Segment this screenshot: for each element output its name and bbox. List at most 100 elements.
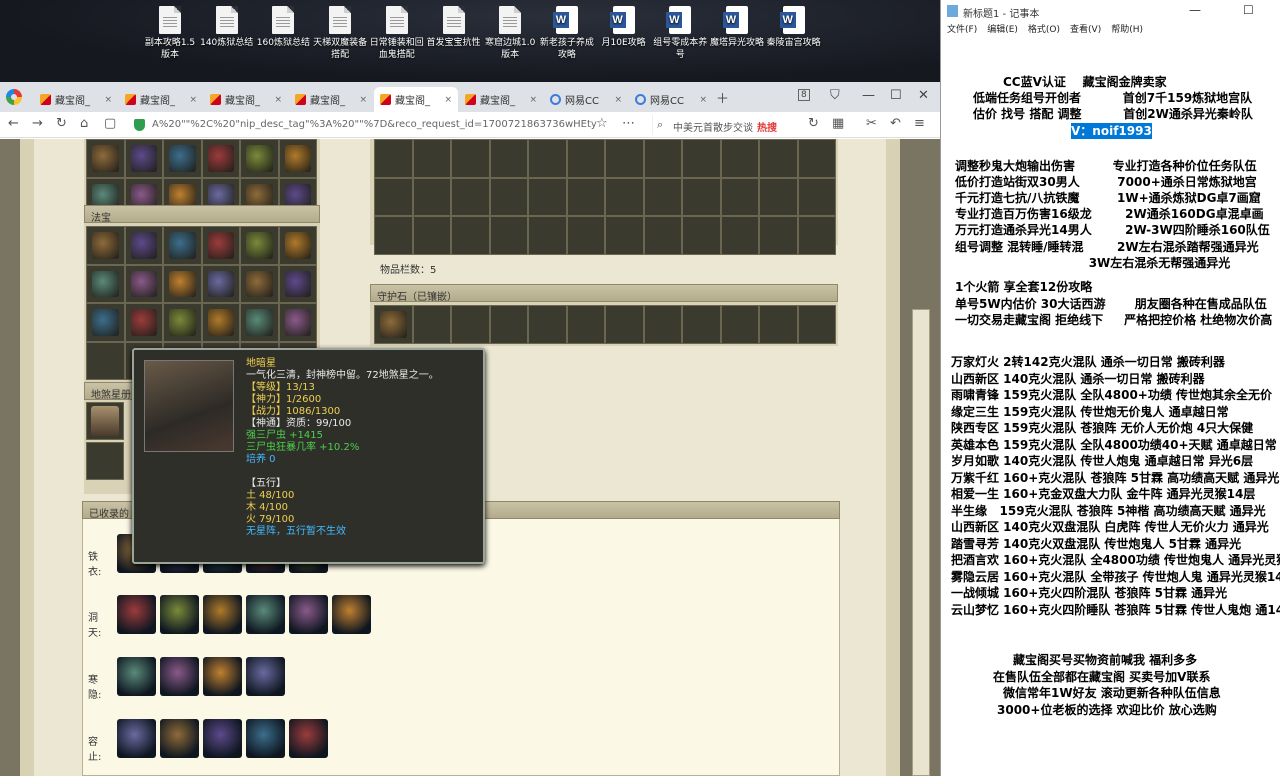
shouhushi-slot[interactable] (489, 305, 528, 344)
notepad-menu-item[interactable]: 查看(V) (1070, 25, 1101, 35)
tab-close-icon[interactable]: × (699, 95, 707, 105)
fabao-slot[interactable] (124, 264, 163, 303)
collected-item-icon[interactable] (246, 595, 285, 634)
browser-tab[interactable]: 藏宝阁_ × (119, 87, 203, 112)
fabao-slot[interactable] (86, 226, 125, 265)
inventory-slot[interactable] (643, 216, 682, 255)
desktop-icon[interactable]: 寒窟边城1.0版本 (482, 4, 538, 61)
fabao-slot[interactable] (240, 226, 279, 265)
inventory-slot[interactable] (451, 216, 490, 255)
browser-tab[interactable]: 藏宝阁_ × (459, 87, 543, 112)
scissors-icon[interactable]: ✂ (866, 116, 877, 131)
tab-close-icon[interactable]: × (274, 95, 282, 105)
notepad-menu-item[interactable]: 帮助(H) (1111, 25, 1143, 35)
tab-close-icon[interactable]: × (359, 95, 367, 105)
maximize-icon[interactable]: ☐ (1243, 3, 1254, 17)
inventory-slot[interactable] (759, 216, 798, 255)
fabao-slot[interactable] (278, 226, 317, 265)
fabao-slot[interactable] (201, 226, 240, 265)
inventory-slot[interactable] (759, 139, 798, 178)
equipment-slot[interactable] (163, 139, 202, 178)
undo-icon[interactable]: ↶ (890, 116, 901, 131)
desktop-icon[interactable]: W 月10E攻略 (596, 4, 652, 49)
address-bar[interactable]: A%20""%2C%20"nip_desc_tag"%3A%20""%7D&re… (128, 115, 640, 135)
fabao-slot[interactable] (201, 303, 240, 342)
inventory-slot[interactable] (720, 177, 759, 216)
collected-item-icon[interactable] (246, 657, 285, 696)
refresh-icon[interactable]: ↻ (808, 116, 819, 131)
collected-item-icon[interactable] (160, 719, 199, 758)
inventory-slot[interactable] (605, 177, 644, 216)
new-tab-button[interactable]: ＋ (716, 88, 729, 107)
shouhushi-slot[interactable] (374, 305, 413, 344)
inventory-slot[interactable] (489, 216, 528, 255)
dishaxing-slot-empty[interactable] (86, 442, 124, 480)
forward-icon[interactable]: → (32, 116, 43, 131)
collected-item-icon[interactable] (246, 719, 285, 758)
inventory-slot[interactable] (566, 216, 605, 255)
inventory-slot[interactable] (720, 139, 759, 178)
inventory-slot[interactable] (682, 216, 721, 255)
desktop-icon[interactable]: 160炼狱总结 (255, 4, 311, 49)
more-icon[interactable]: ⋯ (622, 116, 635, 131)
inventory-slot[interactable] (643, 177, 682, 216)
inventory-slot[interactable] (489, 177, 528, 216)
star-icon[interactable]: ☆ (596, 116, 608, 131)
collected-item-icon[interactable] (289, 595, 328, 634)
collected-item-icon[interactable] (117, 595, 156, 634)
fabao-slot[interactable] (124, 226, 163, 265)
tab-close-icon[interactable]: × (104, 95, 112, 105)
shouhushi-slot[interactable] (451, 305, 490, 344)
apps-icon[interactable]: ▦ (832, 116, 844, 131)
inventory-slot[interactable] (643, 139, 682, 178)
browser-logo-icon[interactable] (6, 89, 22, 105)
maximize-icon[interactable]: ☐ (890, 88, 902, 103)
shouhushi-slot[interactable] (759, 305, 798, 344)
shirt-icon[interactable]: ⛉ (830, 88, 840, 103)
collected-item-icon[interactable] (160, 595, 199, 634)
home-icon[interactable]: ⌂ (80, 116, 88, 131)
menu-icon[interactable]: ≡ (914, 116, 925, 131)
inventory-slot[interactable] (797, 216, 836, 255)
fabao-slot[interactable] (163, 303, 202, 342)
fabao-slot[interactable] (201, 264, 240, 303)
collected-item-icon[interactable] (203, 719, 242, 758)
fabao-slot[interactable] (278, 264, 317, 303)
close-icon[interactable]: ✕ (918, 88, 929, 103)
fabao-slot[interactable] (86, 341, 125, 380)
inventory-slot[interactable] (566, 139, 605, 178)
equipment-slot[interactable] (240, 139, 279, 178)
inventory-slot[interactable] (412, 216, 451, 255)
inventory-slot[interactable] (605, 216, 644, 255)
equipment-slot[interactable] (124, 139, 163, 178)
equipment-slot[interactable] (201, 139, 240, 178)
inventory-slot[interactable] (528, 139, 567, 178)
inventory-slot[interactable] (374, 177, 413, 216)
shouhushi-slot[interactable] (412, 305, 451, 344)
collected-item-icon[interactable] (117, 719, 156, 758)
fabao-slot[interactable] (240, 303, 279, 342)
equipment-slot[interactable] (86, 139, 125, 178)
desktop-icon[interactable]: W 新老孩子养成攻略 (539, 4, 595, 61)
desktop-icon[interactable]: W 魔塔异光攻略 (709, 4, 765, 49)
bookmark-icon[interactable]: ▢ (104, 116, 116, 131)
shouhushi-slot[interactable] (797, 305, 836, 344)
browser-tab[interactable]: 网易CC × (544, 87, 628, 112)
collected-item-icon[interactable] (332, 595, 371, 634)
desktop-icon[interactable]: 副本攻略1.5版本 (142, 4, 198, 61)
inventory-slot[interactable] (451, 177, 490, 216)
desktop-icon[interactable]: W 秦陵宙宫攻略 (766, 4, 822, 49)
fabao-slot[interactable] (124, 303, 163, 342)
inventory-slot[interactable] (720, 216, 759, 255)
inventory-slot[interactable] (528, 216, 567, 255)
collected-item-icon[interactable] (289, 719, 328, 758)
shouhushi-slot[interactable] (720, 305, 759, 344)
collected-item-icon[interactable] (160, 657, 199, 696)
shouhushi-slot[interactable] (682, 305, 721, 344)
inventory-slot[interactable] (566, 177, 605, 216)
search-box[interactable]: ⌕ 中美元首散步交谈 热搜 (652, 115, 797, 135)
reload-icon[interactable]: ↻ (56, 116, 67, 131)
shouhushi-slot[interactable] (566, 305, 605, 344)
inventory-slot[interactable] (605, 139, 644, 178)
minimize-icon[interactable]: — (862, 88, 875, 103)
